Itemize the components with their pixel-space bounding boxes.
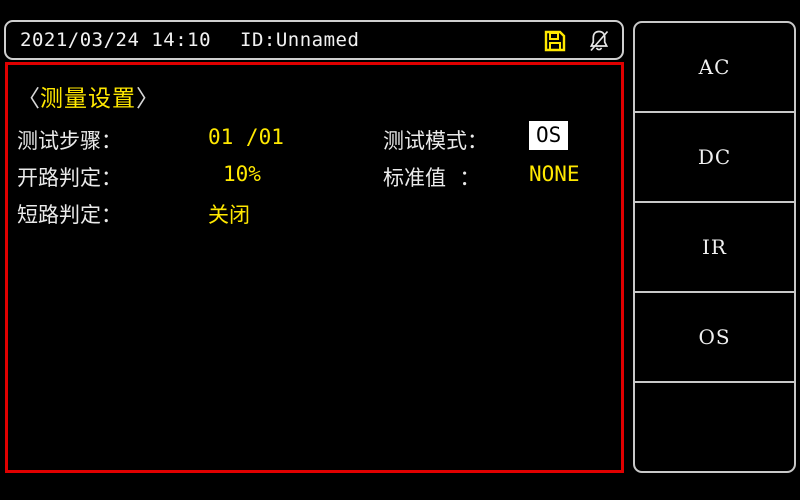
prev-page-chevron-icon[interactable]: 〈 xyxy=(17,86,40,112)
page-title: 〈测量设置〉 xyxy=(17,79,159,113)
softkey-dc[interactable]: DC xyxy=(635,113,794,203)
short-judge-value[interactable]: 关闭 xyxy=(208,199,250,229)
softkey-sidebar: AC DC IR OS xyxy=(633,21,796,473)
softkey-empty[interactable] xyxy=(635,383,794,471)
standard-value-value[interactable]: NONE xyxy=(529,162,580,186)
softkey-ir[interactable]: IR xyxy=(635,203,794,293)
next-page-chevron-icon[interactable]: 〉 xyxy=(136,86,159,112)
test-mode-value[interactable]: OS xyxy=(529,121,569,150)
softkey-os[interactable]: OS xyxy=(635,293,794,383)
softkey-ac[interactable]: AC xyxy=(635,23,794,113)
save-icon[interactable] xyxy=(542,27,568,55)
status-bar: 2021/03/24 14:10 ID:Unnamed xyxy=(4,20,624,60)
alarm-muted-icon[interactable] xyxy=(586,27,612,55)
test-step-label: 测试步骤： xyxy=(17,129,122,153)
test-mode-label: 测试模式： xyxy=(383,129,488,153)
instrument-screen: 2021/03/24 14:10 ID:Unnamed 〈测量设置〉 测试步骤：… xyxy=(0,0,800,500)
device-id-display: ID:Unnamed xyxy=(240,29,360,51)
measurement-settings-panel: 〈测量设置〉 测试步骤： 01 /01 开路判定： 10% 短路判定： 关闭 测… xyxy=(5,62,624,473)
standard-value-label: 标准值 ： xyxy=(383,166,481,190)
status-icon-group xyxy=(542,27,612,55)
page-title-label: 测量设置 xyxy=(40,86,136,112)
open-judge-value[interactable]: 10% xyxy=(223,162,261,186)
datetime-display: 2021/03/24 14:10 xyxy=(20,29,212,51)
short-judge-label: 短路判定： xyxy=(17,203,122,227)
open-judge-label: 开路判定： xyxy=(17,166,122,190)
test-step-value[interactable]: 01 /01 xyxy=(208,125,284,149)
